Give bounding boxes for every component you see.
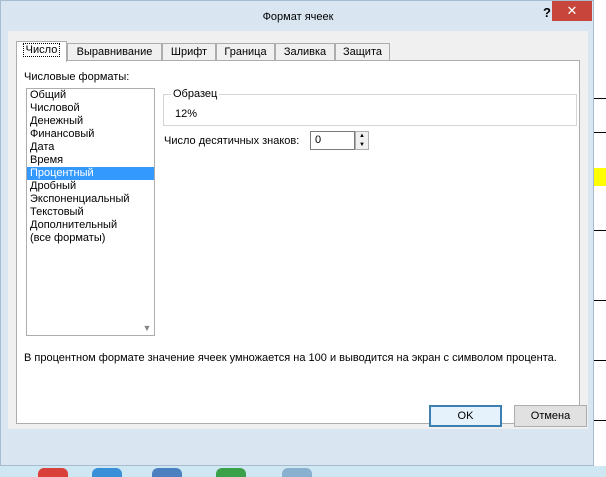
format-cells-dialog: Формат ячеек ? ✕ Число Выравнивание Шриф…	[0, 0, 594, 466]
close-button[interactable]: ✕	[552, 1, 592, 21]
list-item[interactable]: Общий	[27, 89, 154, 102]
list-item[interactable]: Финансовый	[27, 128, 154, 141]
taskbar-app-icon[interactable]	[152, 468, 182, 477]
title-bar[interactable]: Формат ячеек ? ✕	[1, 1, 595, 31]
tab-label: Число	[22, 43, 61, 57]
sample-value: 12%	[175, 108, 198, 120]
tab-label: Защита	[343, 46, 382, 58]
tab-label: Граница	[224, 46, 267, 58]
list-item[interactable]: Денежный	[27, 115, 154, 128]
list-item[interactable]: (все форматы)	[27, 232, 154, 245]
decimals-value: 0	[315, 134, 322, 146]
number-tab-panel: Числовые форматы: Общий Числовой Денежны…	[16, 60, 580, 424]
decimals-spinner[interactable]: ▲ ▼	[355, 131, 369, 150]
tab-alignment[interactable]: Выравнивание	[67, 43, 162, 61]
tab-label: Заливка	[283, 46, 327, 58]
dialog-title: Формат ячеек	[262, 11, 334, 23]
dialog-body: Число Выравнивание Шрифт Граница Заливка…	[8, 31, 588, 429]
tab-protection[interactable]: Защита	[335, 43, 390, 61]
decimals-input[interactable]: 0	[310, 131, 355, 150]
list-item[interactable]: Дробный	[27, 180, 154, 193]
taskbar-app-icon[interactable]	[216, 468, 246, 477]
cancel-button[interactable]: Отмена	[514, 405, 587, 427]
list-item-selected[interactable]: Процентный	[27, 167, 154, 180]
close-icon: ✕	[566, 3, 578, 18]
tab-font[interactable]: Шрифт	[162, 43, 216, 61]
taskbar-app-icon[interactable]	[92, 468, 122, 477]
tab-number[interactable]: Число	[16, 41, 67, 62]
spin-up-icon[interactable]: ▲	[356, 132, 368, 140]
taskbar-app-icon[interactable]	[282, 468, 312, 477]
formats-list[interactable]: Общий Числовой Денежный Финансовый Дата …	[26, 88, 155, 336]
list-item[interactable]: Дополнительный	[27, 219, 154, 232]
taskbar-app-icon[interactable]	[38, 468, 68, 477]
sample-box	[163, 94, 577, 126]
tab-label: Выравнивание	[76, 46, 153, 58]
format-description: В процентном формате значение ячеек умно…	[24, 352, 557, 364]
tab-label: Шрифт	[170, 46, 208, 58]
decimals-label: Число десятичных знаков:	[164, 135, 300, 147]
scroll-down-icon[interactable]: ▼	[140, 321, 154, 335]
list-item[interactable]: Экспоненциальный	[27, 193, 154, 206]
list-item[interactable]: Время	[27, 154, 154, 167]
sample-legend: Образец	[171, 88, 220, 100]
spin-down-icon[interactable]: ▼	[356, 141, 368, 149]
formats-label: Числовые форматы:	[24, 71, 130, 83]
list-item[interactable]: Текстовый	[27, 206, 154, 219]
tab-fill[interactable]: Заливка	[275, 43, 335, 61]
tab-border[interactable]: Граница	[216, 43, 275, 61]
list-item[interactable]: Числовой	[27, 102, 154, 115]
list-item[interactable]: Дата	[27, 141, 154, 154]
ok-button[interactable]: OK	[429, 405, 502, 427]
